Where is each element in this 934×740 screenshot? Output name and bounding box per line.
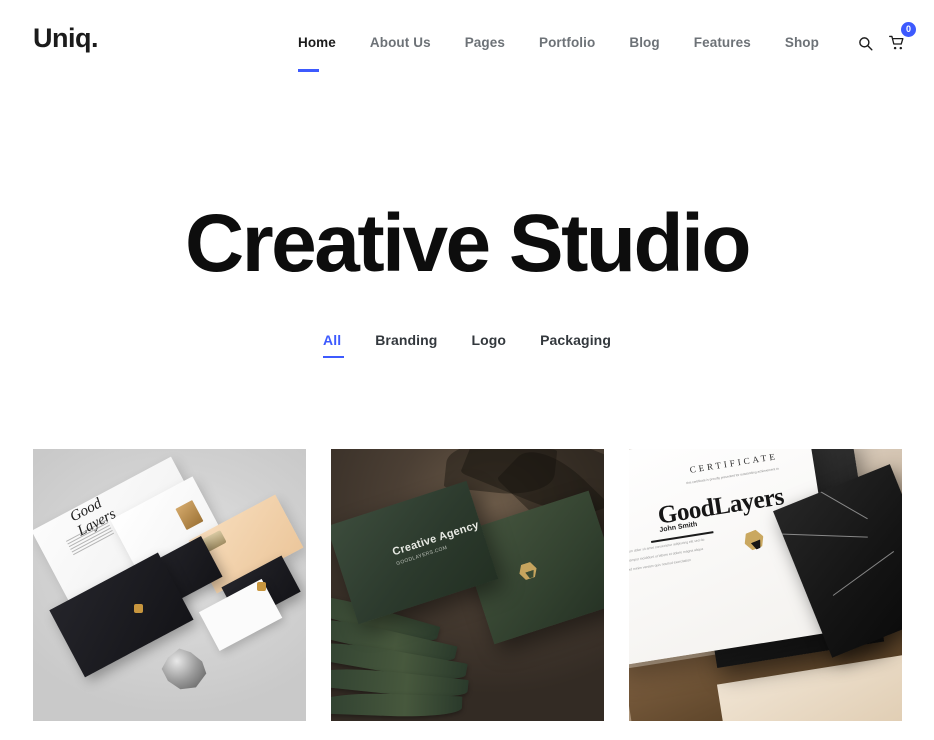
filter-packaging-label: Packaging (540, 331, 611, 348)
business-card-front (331, 480, 499, 625)
filter-all-label: All (323, 331, 342, 348)
portfolio-grid: Good Layers Creative Agency GOODLAYERS.C… (33, 449, 903, 721)
cart-count-badge: 0 (901, 22, 916, 37)
nav-item-pages-label: Pages (464, 35, 505, 50)
filter-branding-label: Branding (375, 331, 438, 348)
cart-button[interactable]: 0 (884, 22, 916, 56)
nav-item-home[interactable]: Home (281, 31, 353, 72)
cart-icon (889, 35, 904, 50)
nav-item-about-us[interactable]: About Us (353, 31, 448, 55)
nav-item-shop[interactable]: Shop (768, 31, 836, 55)
nav-item-features[interactable]: Features (677, 31, 768, 55)
portfolio-filter-bar: All Branding Logo Packaging (0, 330, 934, 358)
portfolio-card-business-cards[interactable]: Creative Agency GOODLAYERS.COM (331, 449, 604, 721)
stationery-gold-emblem-1 (134, 604, 143, 614)
stationery-gold-emblem-2 (256, 582, 266, 592)
nav-item-shop-label: Shop (784, 35, 819, 50)
nav-item-pages[interactable]: Pages (448, 31, 522, 55)
certificate-thumbnail-image: CERTIFICATE this certificate is proudly … (629, 449, 902, 721)
stationery-mineral-rock (161, 648, 207, 690)
nav-item-portfolio[interactable]: Portfolio (522, 31, 612, 55)
header-icon-group: 0 (852, 22, 916, 56)
portfolio-card-certificate[interactable]: CERTIFICATE this certificate is proudly … (629, 449, 902, 721)
filter-logo[interactable]: Logo (454, 330, 523, 350)
nav-item-portfolio-label: Portfolio (538, 35, 596, 50)
page-title: Creative Studio (185, 198, 751, 289)
site-header: Uniq. Home About Us Pages Portfolio Blog… (0, 0, 934, 84)
search-button[interactable] (852, 30, 878, 56)
filter-packaging[interactable]: Packaging (523, 330, 628, 350)
filter-all[interactable]: All (306, 330, 358, 358)
nav-item-home-label: Home (297, 35, 336, 50)
marble-vein-2 (832, 551, 895, 597)
marble-vein-3 (816, 489, 868, 519)
main-navigation: Home About Us Pages Portfolio Blog Featu… (281, 31, 836, 72)
nav-active-underline (297, 69, 319, 72)
nav-item-about-us-label: About Us (369, 35, 431, 50)
hero-section: Creative Studio All Branding Logo Packag… (0, 84, 934, 358)
stationery-thumbnail-image: Good Layers (33, 449, 306, 721)
marble-vein-1 (779, 533, 868, 538)
brand-logo[interactable]: Uniq. (33, 25, 99, 52)
search-icon (858, 36, 873, 51)
nav-item-blog[interactable]: Blog (612, 31, 676, 55)
nav-item-blog-label: Blog (629, 35, 660, 50)
header-nav-wrapper: Home About Us Pages Portfolio Blog Featu… (281, 22, 916, 72)
filter-branding[interactable]: Branding (358, 330, 454, 350)
business-cards-thumbnail-image: Creative Agency GOODLAYERS.COM (331, 449, 604, 721)
portfolio-card-stationery[interactable]: Good Layers (33, 449, 306, 721)
filter-active-underline (323, 355, 344, 358)
nav-item-features-label: Features (693, 35, 751, 50)
filter-logo-label: Logo (471, 331, 507, 348)
palm-leaf-5 (331, 691, 463, 719)
